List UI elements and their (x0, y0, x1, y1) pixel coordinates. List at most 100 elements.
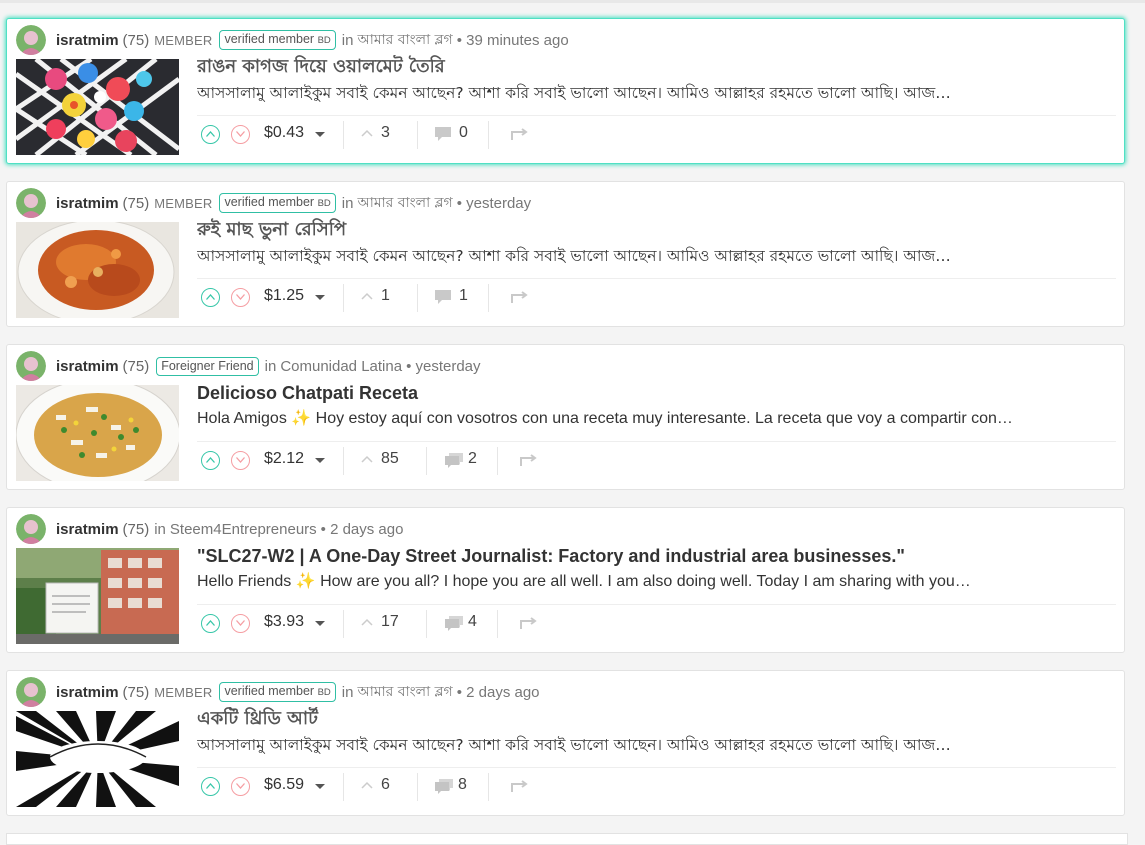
reblog-icon[interactable] (511, 127, 529, 141)
post-card[interactable]: isratmim (75) MEMBER verified member BD … (6, 670, 1125, 816)
community-link[interactable]: আমার বাংলা ব্লগ (357, 680, 452, 704)
downvote-button[interactable] (231, 614, 250, 633)
post-header: isratmim (75) MEMBER verified member BD … (16, 24, 569, 56)
post-time: • 39 minutes ago (456, 31, 569, 49)
comment-count[interactable]: 4 (468, 613, 477, 631)
divider (417, 284, 418, 312)
author-name[interactable]: isratmim (56, 684, 119, 701)
author-reputation: (75) (122, 357, 150, 375)
divider (343, 121, 344, 149)
chevron-down-icon (236, 457, 245, 463)
community-prefix: in (341, 683, 354, 701)
post-excerpt[interactable]: আসসালামু আলাইকুম সবাই কেমন আছেন? আশা করি… (197, 245, 1095, 267)
payout-value[interactable]: $1.25 (264, 287, 304, 305)
vote-count[interactable]: 1 (381, 287, 390, 305)
post-thumbnail[interactable] (16, 59, 179, 155)
reblog-icon[interactable] (520, 453, 538, 467)
community-prefix: in (341, 194, 354, 212)
user-badge: verified member BD (219, 193, 336, 213)
post-card[interactable]: isratmim (75) in Steem4Entrepreneurs • 2… (6, 507, 1125, 653)
post-thumbnail[interactable] (16, 222, 179, 318)
post-title[interactable]: রাঙন কাগজ দিয়ে ওয়ালমেট তৈরি (197, 55, 1117, 79)
caret-down-icon[interactable] (315, 132, 325, 137)
post-card[interactable]: isratmim (75) Foreigner Friend in Comuni… (6, 344, 1125, 490)
downvote-button[interactable] (231, 451, 250, 470)
comment-icon[interactable] (434, 289, 452, 305)
post-excerpt[interactable]: Hello Friends ✨ How are you all? I hope … (197, 571, 1095, 593)
divider (417, 773, 418, 801)
post-excerpt[interactable]: আসসালামু আলাইকুম সবাই কেমন আছেন? আশা করি… (197, 734, 1095, 756)
community-link[interactable]: আমার বাংলা ব্লগ (357, 191, 452, 215)
payout-value[interactable]: $0.43 (264, 124, 304, 142)
community-link[interactable]: Comunidad Latina (280, 358, 402, 375)
post-title[interactable]: Delicioso Chatpati Receta (197, 381, 1117, 405)
divider (197, 767, 1116, 768)
vote-count-icon (361, 292, 373, 300)
chevron-up-icon (206, 620, 215, 626)
post-title[interactable]: "SLC27-W2 | A One-Day Street Journalist:… (197, 544, 1117, 568)
caret-down-icon[interactable] (315, 458, 325, 463)
comment-count[interactable]: 2 (468, 450, 477, 468)
comments-icon[interactable] (434, 778, 454, 794)
author-name[interactable]: isratmim (56, 195, 119, 212)
vote-count[interactable]: 6 (381, 776, 390, 794)
author-name[interactable]: isratmim (56, 521, 119, 538)
reblog-icon[interactable] (511, 779, 529, 793)
post-card[interactable]: isratmim (75) MEMBER verified member BD … (6, 18, 1125, 164)
payout-value[interactable]: $6.59 (264, 776, 304, 794)
vote-count-icon (361, 781, 373, 789)
post-excerpt[interactable]: Hola Amigos ✨ Hoy estoy aquí con vosotro… (197, 408, 1095, 430)
avatar[interactable] (16, 25, 46, 55)
caret-down-icon[interactable] (315, 295, 325, 300)
divider (497, 447, 498, 475)
divider (343, 447, 344, 475)
upvote-button[interactable] (201, 777, 220, 796)
vote-count-icon (361, 129, 373, 137)
community-link[interactable]: Steem4Entrepreneurs (170, 521, 317, 538)
post-thumbnail[interactable] (16, 548, 179, 644)
vote-count[interactable]: 3 (381, 124, 390, 142)
avatar[interactable] (16, 677, 46, 707)
post-title[interactable]: একটি থ্রিডি আর্ট (197, 707, 1117, 731)
upvote-button[interactable] (201, 614, 220, 633)
payout-value[interactable]: $3.93 (264, 613, 304, 631)
downvote-button[interactable] (231, 777, 250, 796)
payout-value[interactable]: $2.12 (264, 450, 304, 468)
reblog-icon[interactable] (511, 290, 529, 304)
post-header: isratmim (75) in Steem4Entrepreneurs • 2… (16, 513, 403, 545)
caret-down-icon[interactable] (315, 784, 325, 789)
downvote-button[interactable] (231, 125, 250, 144)
comment-count[interactable]: 0 (459, 124, 468, 142)
post-time: • yesterday (406, 357, 481, 375)
vote-count[interactable]: 17 (381, 613, 399, 631)
post-thumbnail[interactable] (16, 711, 179, 807)
author-reputation: (75) (122, 194, 150, 212)
upvote-button[interactable] (201, 451, 220, 470)
post-time: • 2 days ago (456, 683, 540, 701)
comments-icon[interactable] (444, 452, 464, 468)
vote-count[interactable]: 85 (381, 450, 399, 468)
post-card[interactable]: isratmim (75) MEMBER verified member BD … (6, 181, 1125, 327)
community-link[interactable]: আমার বাংলা ব্লগ (357, 28, 452, 52)
comment-icon[interactable] (434, 126, 452, 142)
author-name[interactable]: isratmim (56, 358, 119, 375)
reblog-icon[interactable] (520, 616, 538, 630)
upvote-button[interactable] (201, 125, 220, 144)
avatar[interactable] (16, 514, 46, 544)
chevron-down-icon (236, 294, 245, 300)
author-name[interactable]: isratmim (56, 32, 119, 49)
post-time: • yesterday (456, 194, 532, 212)
downvote-button[interactable] (231, 288, 250, 307)
comment-count[interactable]: 8 (458, 776, 467, 794)
comment-count[interactable]: 1 (459, 287, 468, 305)
post-excerpt[interactable]: আসসালামু আলাইকুম সবাই কেমন আছেন? আশা করি… (197, 82, 1095, 104)
post-title[interactable]: রুই মাছ ভুনা রেসিপি (197, 218, 1117, 242)
comments-icon[interactable] (444, 615, 464, 631)
caret-down-icon[interactable] (315, 621, 325, 626)
divider (426, 447, 427, 475)
avatar[interactable] (16, 188, 46, 218)
upvote-button[interactable] (201, 288, 220, 307)
avatar[interactable] (16, 351, 46, 381)
post-header: isratmim (75) MEMBER verified member BD … (16, 676, 540, 708)
post-thumbnail[interactable] (16, 385, 179, 481)
